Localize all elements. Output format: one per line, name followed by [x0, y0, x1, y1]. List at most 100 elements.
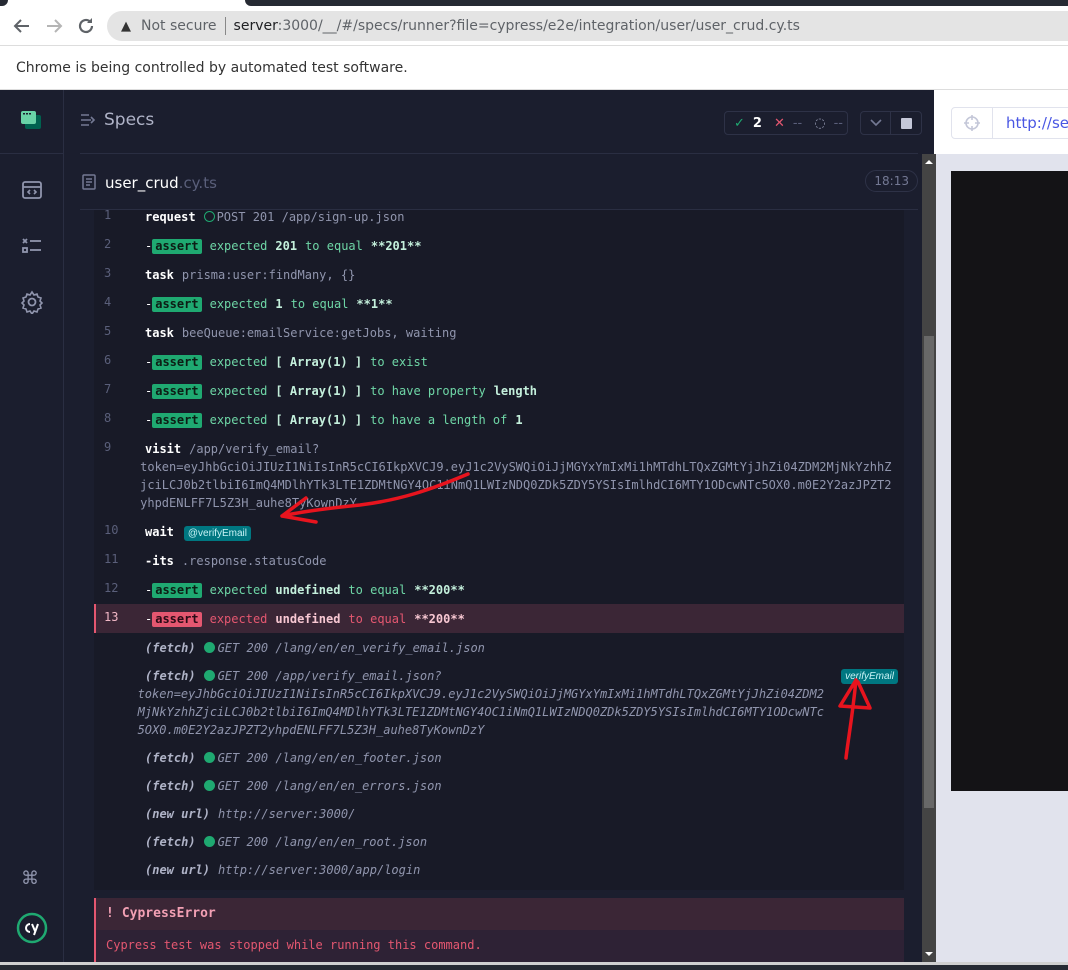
command-name-text: its [152, 554, 174, 568]
child-indicator: - [145, 297, 153, 311]
event-line: http://server:3000/app/login [218, 863, 421, 877]
command-row[interactable]: 10 wait @verifyEmail [94, 517, 904, 546]
command-row[interactable]: 5 task beeQueue:emailService:getJobs, wait… [94, 318, 904, 347]
cypress-app-icon [21, 111, 41, 129]
browser-code-icon[interactable] [20, 178, 44, 202]
command-message-part: to equal [348, 583, 407, 597]
url-line: jciLCJ0b2tlbiI6ImQ4MDlhYTk3LTE1ZDMtNGY4O… [140, 478, 892, 492]
aut-iframe[interactable] [951, 171, 1068, 791]
command-row[interactable]: 9 visit/app/verify_email? token=eyJhbGciOi… [94, 434, 904, 517]
aut-url[interactable]: http://server:3000/app/login [1006, 114, 1068, 132]
command-message-part: [ Array(1) ] [275, 384, 363, 398]
gear-icon[interactable] [20, 290, 44, 314]
passed-count: 2 [752, 115, 762, 131]
side-navigation: ⌘ [0, 90, 64, 962]
assert-badge: assert [152, 239, 202, 254]
command-message-part: to have a length of [370, 413, 508, 427]
arrow-left-icon [13, 19, 29, 33]
command-name-text: task [145, 326, 174, 340]
stop-icon [900, 117, 912, 129]
document-icon [82, 174, 96, 190]
command-name: wait [145, 525, 174, 539]
fetch-event-row[interactable]: (fetch) GET 200 /lang/en/en_errors.json [94, 771, 904, 799]
fetch-event-row[interactable]: (fetch) GET 200 /lang/en/en_root.json [94, 827, 904, 855]
command-number: 7 [104, 382, 112, 396]
specs-label: Specs [104, 110, 155, 130]
fetch-event-row[interactable]: (fetch) GET 200 /app/verify_email.json? to… [94, 661, 904, 743]
assert-badge: assert [152, 297, 202, 312]
cypress-logo[interactable] [16, 912, 48, 944]
command-number: 1 [104, 210, 112, 222]
scroll-up-arrow[interactable] [925, 160, 933, 164]
new-url-event-row[interactable]: (new url) http://server:3000/app/login [94, 855, 904, 883]
command-message-part: POST 201 /app/sign-up.json [216, 210, 405, 224]
crosshair-icon [964, 115, 980, 131]
event-body: (new url) http://server:3000/app/login [145, 855, 904, 883]
success-status-dot [203, 780, 215, 791]
command-message-part: expected [209, 297, 268, 311]
command-name-text: request [145, 210, 196, 224]
command-body: - assert expected 1 to equal **1** [145, 289, 401, 318]
command-row[interactable]: 8 - assert expected [ Array(1) ] to have a le… [94, 405, 904, 434]
route-alias-tag[interactable]: verifyEmail [841, 669, 898, 684]
assert-badge: assert [152, 413, 202, 428]
scroll-down-arrow[interactable] [925, 952, 933, 956]
warning-icon[interactable]: ▲ [121, 12, 137, 42]
reporter-scrollbar[interactable] [922, 154, 936, 962]
fetch-event-row[interactable]: (fetch)GET 200 /lang/en/en_login.json [94, 883, 904, 890]
fetch-event-row[interactable]: (fetch) GET 200 /lang/en/en_footer.json [94, 743, 904, 771]
event-message: GET 200 /lang/en/en_errors.json [218, 777, 442, 795]
event-message: GET 200 /lang/en/en_login.json [218, 889, 435, 890]
arrow-right-icon [47, 19, 63, 33]
error-message: Cypress test was stopped while running t… [106, 938, 482, 952]
event-body: (fetch) GET 200 /lang/en/en_footer.json [145, 743, 904, 771]
selector-playground-button[interactable] [952, 108, 993, 138]
error-icon: ! [106, 906, 114, 921]
address-bar[interactable]: ▲ Not secure server:3000/__/#/specs/runner… [107, 11, 1068, 41]
command-row[interactable]: 13 - assert expected undefined to equal **200*… [94, 604, 904, 633]
command-row[interactable]: 11 -its .response.statusCode [94, 546, 904, 575]
error-header[interactable]: ! CypressError [96, 898, 904, 930]
event-line: GET 200 /lang/en/en_footer.json [217, 751, 442, 765]
command-body: -its .response.statusCode [145, 546, 334, 575]
visit-url: /app/verify_email? token=eyJhbGciOiJIUzI1… [140, 440, 891, 512]
command-number: 8 [104, 411, 112, 425]
command-number: 4 [104, 295, 112, 309]
scrollbar-thumb[interactable] [924, 336, 934, 808]
fetch-event-row[interactable]: (fetch) GET 200 /lang/en/en_verify_email.… [94, 633, 904, 661]
command-message-part: to equal [290, 297, 349, 311]
expand-toggle-button[interactable] [861, 112, 892, 134]
command-body: - assert expected undefined to equal **200** [145, 575, 473, 604]
command-row[interactable]: 3 task prisma:user:findMany, {} [94, 260, 904, 289]
command-row[interactable]: 6 - assert expected [ Array(1) ] to exist [94, 347, 904, 376]
command-message-part: [ Array(1) ] [275, 355, 363, 369]
stop-button[interactable] [891, 112, 921, 134]
file-extension: .cy.ts [178, 174, 217, 192]
child-indicator: - [145, 413, 153, 427]
event-name: (fetch) [145, 751, 196, 765]
event-message: http://server:3000/app/login [218, 861, 420, 879]
command-row[interactable]: 7 - assert expected [ Array(1) ] to have prop… [94, 376, 904, 405]
command-list: 1 request POST 201 /app/sign-up.json 2- asse… [94, 210, 904, 890]
command-key-icon[interactable]: ⌘ [21, 868, 39, 889]
alias-tag[interactable]: @verifyEmail [183, 526, 251, 541]
specs-toggle[interactable]: Specs [80, 110, 154, 130]
back-button[interactable] [10, 14, 34, 38]
security-label[interactable]: Not secure [141, 18, 217, 34]
new-url-event-row[interactable]: (new url) http://server:3000/ [94, 799, 904, 827]
success-status-dot [203, 836, 215, 847]
command-message-part: undefined [275, 612, 341, 626]
url-host: server [233, 18, 278, 34]
command-row[interactable]: 4 - assert expected 1 to equal **1** [94, 289, 904, 318]
command-message-part: expected [209, 583, 268, 597]
aut-header: http://server:3000/app/login [936, 90, 1068, 154]
reload-button[interactable] [74, 14, 98, 38]
checklist-icon[interactable] [20, 234, 44, 258]
success-status-dot [203, 670, 215, 681]
command-message-part: length [493, 384, 538, 398]
command-row[interactable]: 12 - assert expected undefined to equal **200*… [94, 575, 904, 604]
command-row[interactable]: 2 - assert expected 201 to equal **201** [94, 231, 904, 260]
command-body: - assert expected undefined to equal **200** [145, 604, 473, 633]
command-row[interactable]: 1 request POST 201 /app/sign-up.json [94, 210, 904, 231]
forward-button[interactable] [42, 14, 66, 38]
